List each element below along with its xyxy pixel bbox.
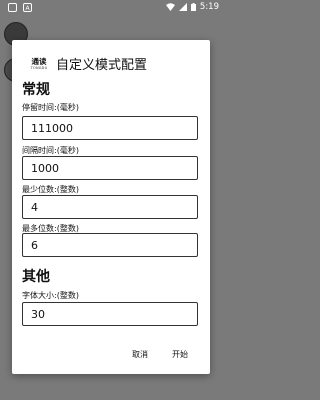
notification-icons: A xyxy=(8,3,32,12)
custom-mode-dialog: 通读 TONGDU 自定义模式配置 常规 停留时间:(毫秒) 间隔时间:(毫秒)… xyxy=(12,40,210,374)
stay-time-label: 停留时间:(毫秒) xyxy=(22,103,79,112)
interval-time-label: 间隔时间:(毫秒) xyxy=(22,146,79,155)
clock: 5:19 xyxy=(199,2,219,12)
font-size-label: 字体大小:(整数) xyxy=(22,291,79,300)
logo-text: 通读 xyxy=(31,56,47,66)
status-right: 5:19 xyxy=(165,2,219,12)
wifi-icon xyxy=(165,3,175,11)
status-bar: A 5:19 xyxy=(0,0,225,16)
max-digits-input[interactable] xyxy=(22,233,198,257)
section-other-title: 其他 xyxy=(22,269,50,285)
dialog-title: 自定义模式配置 xyxy=(56,58,148,73)
min-digits-input[interactable] xyxy=(22,195,198,219)
font-size-input[interactable] xyxy=(22,302,198,326)
logo-subtext: TONGDU xyxy=(30,65,48,70)
shield-icon xyxy=(8,3,17,12)
min-digits-label: 最少位数:(整数) xyxy=(22,185,79,194)
stay-time-input[interactable] xyxy=(22,116,198,140)
cancel-button[interactable]: 取消 xyxy=(132,349,148,360)
start-button[interactable]: 开始 xyxy=(172,349,188,360)
section-general-title: 常规 xyxy=(22,82,50,98)
dialog-header: 通读 TONGDU 自定义模式配置 xyxy=(30,54,147,73)
app-a-icon: A xyxy=(23,3,32,12)
signal-icon xyxy=(178,3,187,11)
battery-icon xyxy=(190,3,196,11)
app-logo: 通读 TONGDU xyxy=(30,56,48,72)
interval-time-input[interactable] xyxy=(22,156,198,180)
